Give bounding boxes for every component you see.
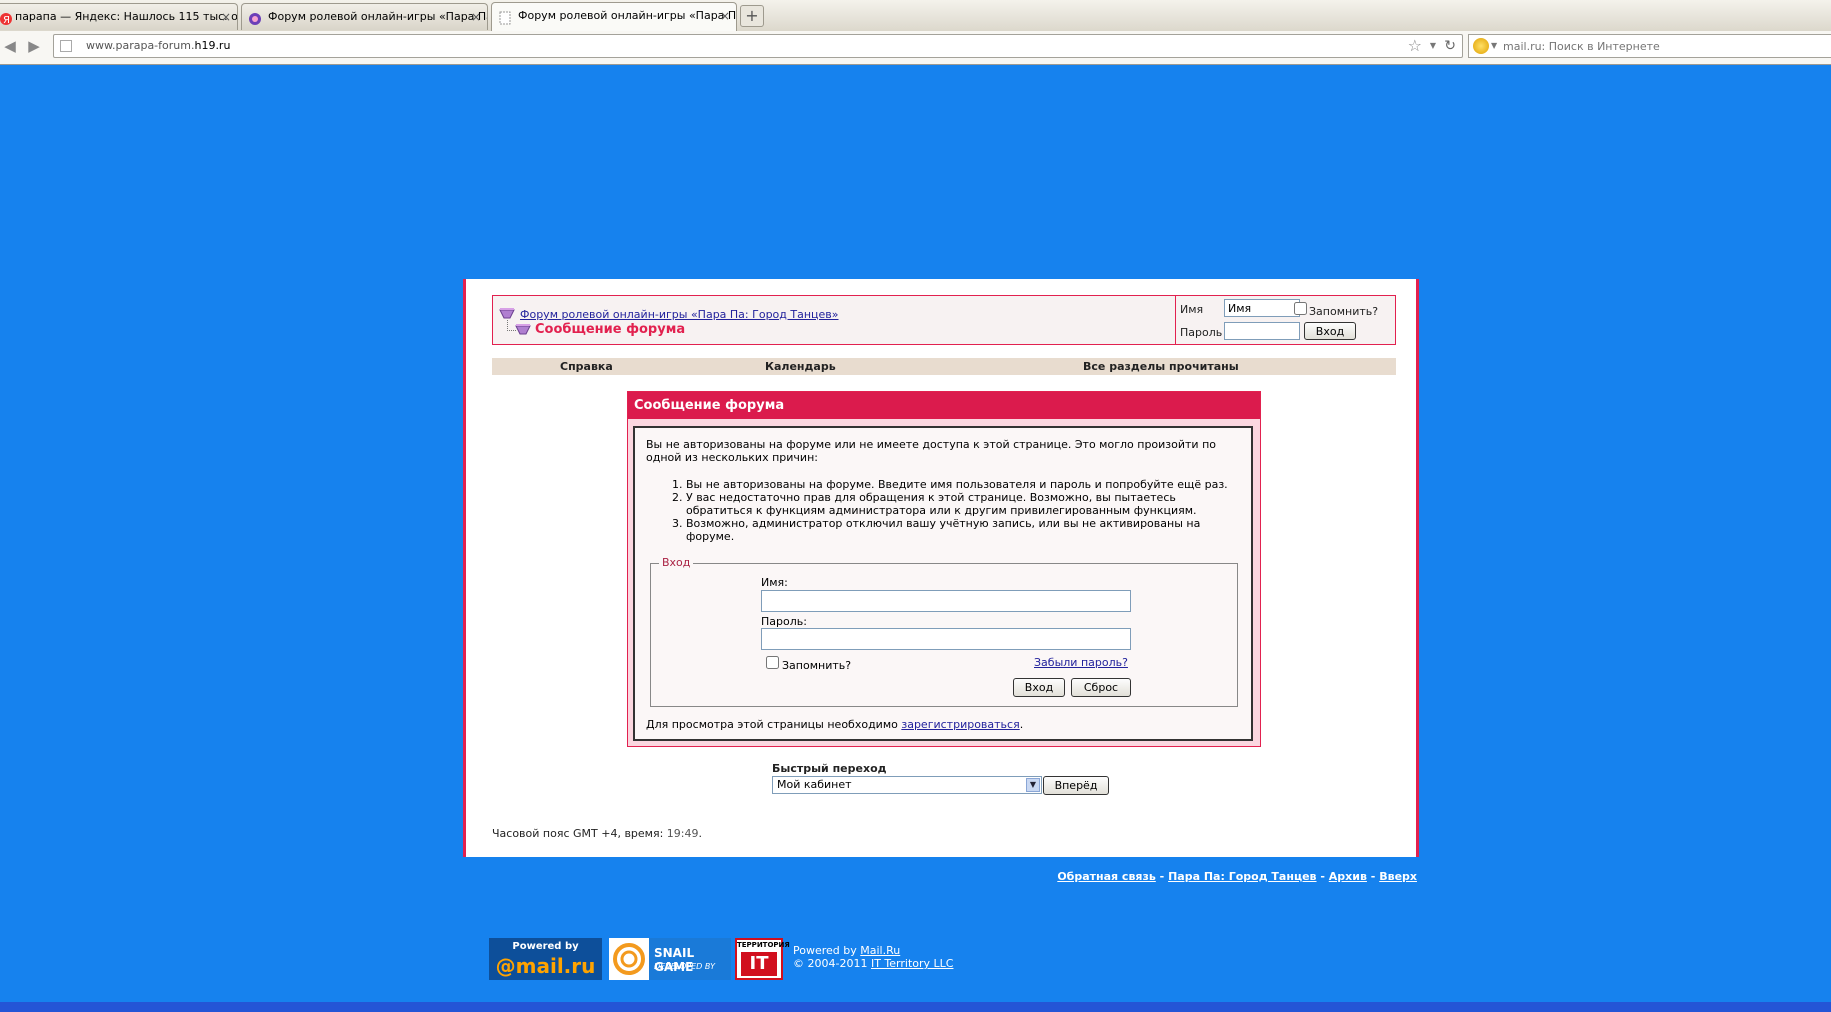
- username-label: Имя:: [761, 576, 788, 589]
- search-bar[interactable]: ▼: [1468, 34, 1831, 58]
- forum-home-icon: [499, 308, 515, 319]
- quick-jump-select[interactable]: Мой кабинет ▼: [772, 776, 1042, 794]
- header-login-button[interactable]: Вход: [1304, 322, 1356, 340]
- register-suffix: .: [1019, 718, 1024, 731]
- menu-item-calendar[interactable]: Календарь: [765, 358, 836, 375]
- search-input[interactable]: [1503, 35, 1823, 57]
- footer-link-archive[interactable]: Архив: [1329, 870, 1367, 883]
- menu-item-help[interactable]: Справка: [560, 358, 613, 375]
- browser-tab-forum-2-active[interactable]: Форум ролевой онлайн-игры «Пара Па... ×: [491, 2, 737, 32]
- forum-current-icon: [515, 324, 531, 335]
- bookmark-star-icon[interactable]: ☆: [1408, 36, 1422, 56]
- tab-title: парапа — Яндекс: Нашлось 115 тыс. о...: [15, 10, 238, 23]
- register-link[interactable]: зарегистрироваться: [901, 718, 1019, 731]
- search-engine-icon[interactable]: [1473, 38, 1489, 54]
- forgot-password-link[interactable]: Забыли пароль?: [1034, 656, 1128, 669]
- register-prefix: Для просмотра этой страницы необходимо: [646, 718, 898, 731]
- reload-icon[interactable]: ↻: [1444, 35, 1456, 57]
- remember-checkbox[interactable]: [766, 656, 779, 669]
- browser-nav-bar: ◀ ▶ www.parapa-forum.h19.ru ☆ ▼ ↻ ▼: [0, 31, 1831, 65]
- reasons-list: Вы не авторизованы на форуме. Введите им…: [646, 478, 1236, 543]
- it-territory-logo[interactable]: ТЕРРИТОРИЯ IT: [735, 938, 790, 980]
- footer-link-top[interactable]: Вверх: [1379, 870, 1417, 883]
- page-title: Сообщение форума: [535, 322, 686, 337]
- reason-item: Вы не авторизованы на форуме. Введите им…: [686, 478, 1236, 491]
- reset-button[interactable]: Сброс: [1071, 678, 1131, 697]
- message-title: Сообщение форума: [628, 392, 1260, 419]
- username-input[interactable]: [761, 590, 1131, 612]
- yandex-favicon-icon: Я: [0, 10, 13, 26]
- close-tab-icon[interactable]: ×: [221, 4, 231, 30]
- message-body: Вы не авторизованы на форуме или не имее…: [633, 426, 1253, 741]
- browser-tab-yandex[interactable]: Я парапа — Яндекс: Нашлось 115 тыс. о...…: [0, 3, 238, 30]
- timezone-label: Часовой пояс GMT +4, время:: [492, 827, 664, 840]
- mailru-link[interactable]: Mail.Ru: [860, 944, 900, 957]
- mailru-logo[interactable]: Powered by @mail.ru: [489, 938, 602, 980]
- quick-jump-go-button[interactable]: Вперёд: [1043, 776, 1109, 795]
- site-identity-icon[interactable]: [60, 40, 72, 52]
- blank-page-icon: [498, 9, 512, 25]
- browser-tab-bar: Я парапа — Яндекс: Нашлось 115 тыс. о...…: [0, 0, 1831, 32]
- powered-by-text: Powered by Mail.Ru © 2004-2011 IT Territ…: [793, 944, 954, 970]
- nav-menu: Справка Календарь Все разделы прочитаны: [492, 358, 1396, 375]
- chevron-down-icon[interactable]: ▼: [1026, 778, 1040, 792]
- page-header: Форум ролевой онлайн-игры «Пара Па: Горо…: [492, 295, 1396, 345]
- login-button[interactable]: Вход: [1013, 678, 1065, 697]
- forum-message-panel: Сообщение форума Вы не авторизованы на ф…: [627, 391, 1261, 747]
- password-input[interactable]: [761, 628, 1131, 650]
- footer-links: Обратная связь - Пара Па: Город Танцев -…: [1057, 870, 1417, 883]
- header-remember-label: Запомнить?: [1309, 305, 1379, 318]
- forum-page: Форум ролевой онлайн-игры «Пара Па: Горо…: [463, 279, 1419, 857]
- reason-item: У вас недостаточно прав для обращения к …: [686, 491, 1236, 517]
- forum-favicon-icon: [248, 10, 262, 25]
- it-territory-link[interactable]: IT Territory LLC: [871, 957, 954, 970]
- new-tab-button[interactable]: +: [740, 5, 764, 27]
- footer-link-home[interactable]: Пара Па: Город Танцев: [1168, 870, 1316, 883]
- footer-link-feedback[interactable]: Обратная связь: [1057, 870, 1156, 883]
- reason-item: Возможно, администратор отключил вашу уч…: [686, 517, 1236, 543]
- quick-jump-selected: Мой кабинет: [777, 778, 852, 791]
- quick-jump-label: Быстрый переход: [772, 762, 887, 775]
- history-dropdown-icon[interactable]: ▼: [1430, 35, 1436, 57]
- message-intro: Вы не авторизованы на форуме или не имее…: [646, 438, 1217, 464]
- close-tab-icon[interactable]: ×: [471, 4, 481, 30]
- snail-swirl-icon: [609, 938, 649, 980]
- timezone-info: Часовой пояс GMT +4, время: 19:49.: [492, 827, 702, 840]
- browser-tab-forum-1[interactable]: Форум ролевой онлайн-игры «Пара Па... ×: [241, 3, 488, 30]
- taskbar-strip: [0, 1002, 1831, 1012]
- timezone-time: 19:49: [666, 827, 699, 840]
- url-text: www.parapa-forum.h19.ru: [86, 39, 231, 52]
- menu-item-mark-read[interactable]: Все разделы прочитаны: [1083, 358, 1239, 375]
- remember-label: Запомнить?: [782, 659, 852, 672]
- tab-title: Форум ролевой онлайн-игры «Пара Па...: [268, 10, 488, 23]
- forward-arrow-icon[interactable]: ▶: [26, 38, 42, 54]
- timezone-suffix: .: [698, 827, 703, 840]
- snail-game-logo[interactable]: SNAIL GAME DEVELOPED BY: [609, 938, 731, 980]
- address-bar[interactable]: www.parapa-forum.h19.ru ☆ ▼ ↻: [53, 34, 1463, 58]
- login-legend: Вход: [659, 556, 694, 569]
- header-name-label: Имя: [1180, 303, 1204, 316]
- breadcrumb-forum-link[interactable]: Форум ролевой онлайн-игры «Пара Па: Горо…: [520, 308, 839, 321]
- header-name-input[interactable]: [1224, 299, 1300, 317]
- close-tab-icon[interactable]: ×: [720, 3, 730, 29]
- tab-title: Форум ролевой онлайн-игры «Пара Па...: [518, 9, 737, 22]
- svg-text:Я: Я: [3, 15, 10, 26]
- register-note: Для просмотра этой страницы необходимо з…: [646, 718, 1023, 731]
- header-password-input[interactable]: [1224, 322, 1300, 340]
- login-fieldset: Вход Имя: Пароль: Запомнить? Забыли паро…: [650, 556, 1238, 707]
- header-login-box: Имя Запомнить? Пароль Вход: [1175, 296, 1395, 344]
- search-engine-dropdown-icon[interactable]: ▼: [1491, 35, 1497, 57]
- password-label: Пароль:: [761, 615, 807, 628]
- header-remember-checkbox[interactable]: [1294, 302, 1307, 315]
- header-password-label: Пароль: [1180, 326, 1223, 339]
- back-arrow-icon[interactable]: ◀: [2, 38, 18, 54]
